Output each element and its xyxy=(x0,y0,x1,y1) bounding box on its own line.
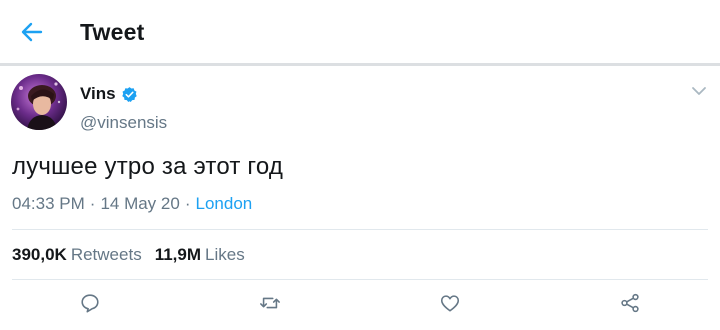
divider xyxy=(12,229,708,230)
action-bar xyxy=(0,288,720,318)
divider xyxy=(12,279,708,280)
reply-icon xyxy=(81,294,99,313)
verified-badge-icon xyxy=(121,86,137,102)
like-icon xyxy=(440,295,460,312)
tweet-time: 04:33 PM xyxy=(12,194,85,213)
retweet-icon xyxy=(260,297,280,309)
arrow-left-icon xyxy=(21,22,43,42)
retweets-count: 390,0K xyxy=(12,245,67,264)
avatar[interactable] xyxy=(11,74,67,130)
share-button[interactable] xyxy=(615,288,645,318)
likes-stat[interactable]: 11,9M Likes xyxy=(155,245,245,265)
more-options-button[interactable] xyxy=(690,84,708,98)
retweets-label: Retweets xyxy=(70,245,142,264)
page-title: Tweet xyxy=(80,19,145,45)
author-handle[interactable]: @vinsensis xyxy=(80,113,167,133)
header-divider xyxy=(0,63,720,66)
likes-label: Likes xyxy=(205,245,245,264)
retweet-button[interactable] xyxy=(255,288,285,318)
share-icon xyxy=(621,293,639,313)
tweet-meta: 04:33 PM · 14 May 20 · London xyxy=(12,194,252,214)
author-name-row[interactable]: Vins xyxy=(80,84,138,104)
meta-separator: · xyxy=(184,194,191,213)
retweets-stat[interactable]: 390,0K Retweets xyxy=(12,245,142,265)
meta-separator: · xyxy=(89,194,96,213)
tweet-location[interactable]: London xyxy=(196,194,253,214)
tweet-date: 14 May 20 xyxy=(100,194,180,213)
chevron-down-icon xyxy=(692,87,706,95)
reply-button[interactable] xyxy=(75,288,105,318)
likes-count: 11,9M xyxy=(154,245,202,264)
like-button[interactable] xyxy=(435,288,465,318)
tweet-stats: 390,0K Retweets 11,9M Likes xyxy=(12,245,245,265)
tweet-text: лучшее утро за этот год xyxy=(12,153,284,180)
app-header: Tweet xyxy=(0,0,720,66)
back-button[interactable] xyxy=(14,14,50,50)
author-name[interactable]: Vins xyxy=(80,84,116,104)
